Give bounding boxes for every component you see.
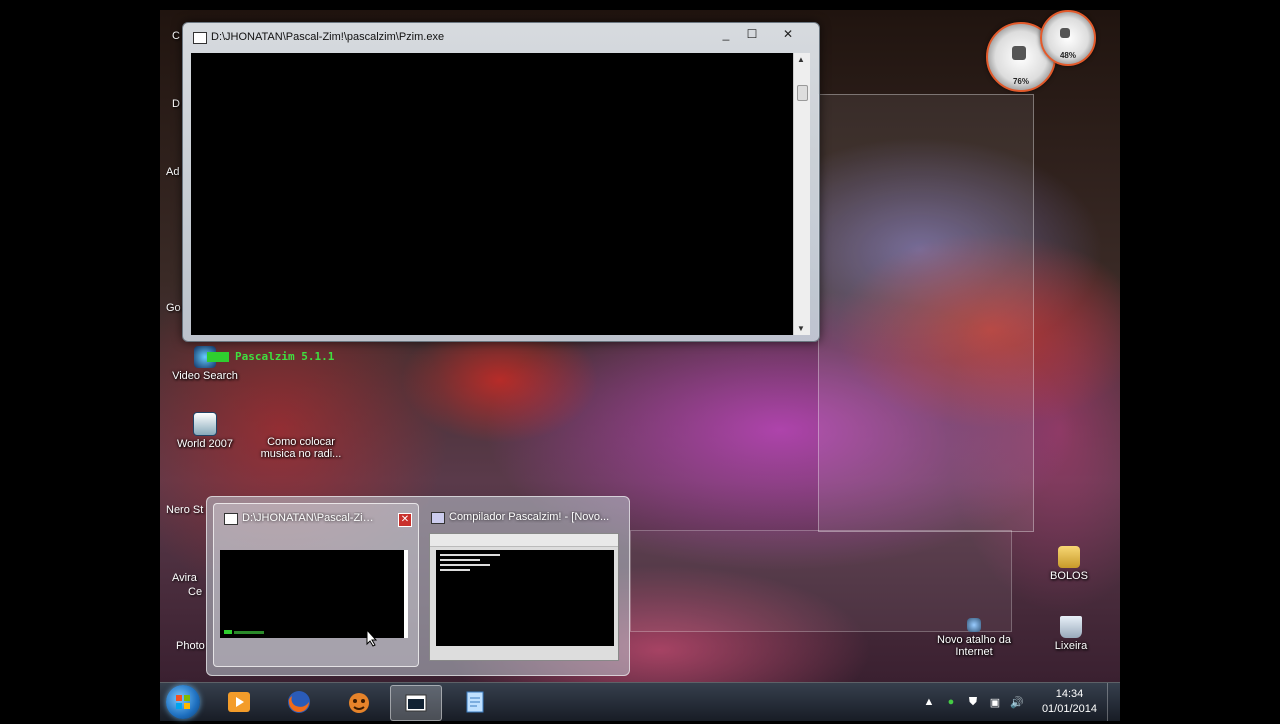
system-tray: ▲ ● ⛊ ▣ 🔊 14:34 01/01/2014 bbox=[918, 683, 1120, 721]
clock-time: 14:34 bbox=[1055, 688, 1084, 700]
clock-date: 01/01/2014 bbox=[1041, 703, 1097, 715]
taskbar-thumbnail-preview: D:\JHONATAN\Pascal-Zim!... ✕ Compilador … bbox=[206, 496, 630, 676]
desktop-icon-bolos[interactable]: BOLOS bbox=[1024, 546, 1114, 582]
vertical-scrollbar[interactable]: ▲ ▼ bbox=[793, 53, 810, 335]
desktop-icon-label: Novo atalho da Internet bbox=[937, 634, 1011, 658]
taskbar-pascalzim[interactable] bbox=[334, 685, 384, 719]
thumbnail-title: D:\JHONATAN\Pascal-Zim!... bbox=[242, 512, 382, 524]
show-hidden-icons-icon[interactable]: ▲ bbox=[921, 694, 937, 710]
cpu-percent: 76% bbox=[1012, 77, 1029, 86]
firefox-icon bbox=[288, 691, 310, 713]
console-app-icon bbox=[405, 694, 427, 712]
desktop-icon-internet-shortcut[interactable]: Novo atalho da Internet bbox=[928, 618, 1020, 658]
scrollbar-thumb[interactable] bbox=[797, 85, 808, 101]
console-output-area[interactable]: Pascalzim 5.1.1 bbox=[191, 53, 793, 363]
cursor-block bbox=[207, 351, 229, 362]
notepad-icon bbox=[466, 691, 484, 713]
mouse-cursor-icon bbox=[366, 629, 378, 647]
memory-icon bbox=[1060, 28, 1070, 38]
partial-icon-label: Nero St bbox=[166, 504, 204, 516]
compiler-window-icon bbox=[431, 512, 445, 524]
thumbnail-compiler-preview bbox=[429, 533, 619, 661]
partial-icon-label: Go bbox=[166, 302, 181, 314]
status-text: Pascalzim 5.1.1 bbox=[235, 350, 335, 363]
pascalzim-icon bbox=[349, 693, 369, 713]
scroll-up-arrow-icon[interactable]: ▲ bbox=[797, 55, 805, 64]
cpu-icon bbox=[1012, 46, 1026, 60]
network-icon[interactable]: ▣ bbox=[987, 694, 1003, 710]
desktop-icon-label: Lixeira bbox=[1054, 640, 1088, 652]
thumbnail-title: Compilador Pascalzim! - [Novo... bbox=[449, 511, 610, 523]
taskbar-firefox[interactable] bbox=[274, 685, 324, 719]
status-line: Pascalzim 5.1.1 bbox=[207, 350, 334, 363]
thumbnail-console-preview bbox=[220, 550, 404, 638]
partial-icon-label: D bbox=[172, 98, 180, 110]
aero-peek-outline bbox=[818, 94, 1034, 532]
partial-icon-label: C bbox=[172, 30, 180, 42]
windows-logo-icon bbox=[176, 695, 190, 709]
partial-icon-label: Ce bbox=[188, 586, 203, 598]
desktop-icon-recycle-bin[interactable]: Lixeira bbox=[1026, 616, 1116, 652]
close-button[interactable]: ✕ bbox=[775, 25, 801, 43]
thumbnail-compiler[interactable]: Compilador Pascalzim! - [Novo... bbox=[421, 503, 621, 665]
maximize-button[interactable]: ☐ bbox=[739, 25, 765, 43]
scroll-down-arrow-icon[interactable]: ▼ bbox=[797, 324, 805, 333]
memory-percent: 48% bbox=[1059, 51, 1076, 60]
taskbar-console-app[interactable] bbox=[390, 685, 442, 721]
taskbar-media-player[interactable] bbox=[214, 685, 264, 719]
console-window-icon bbox=[193, 32, 207, 44]
console-window-icon bbox=[224, 513, 238, 525]
volume-icon[interactable]: 🔊 bbox=[1009, 694, 1025, 710]
internet-shortcut-icon bbox=[967, 618, 981, 632]
recycle-bin-icon bbox=[1060, 616, 1082, 638]
partial-icon-label: Avira bbox=[172, 572, 197, 584]
security-shield-icon[interactable]: ⛊ bbox=[965, 694, 981, 710]
aero-peek-outline-lower bbox=[630, 530, 1012, 632]
thumbnail-close-button[interactable]: ✕ bbox=[398, 513, 412, 527]
minimize-button[interactable]: _ bbox=[713, 25, 739, 43]
utorrent-tray-icon[interactable]: ● bbox=[943, 694, 959, 710]
memory-gauge-gadget[interactable]: 48% bbox=[1040, 10, 1096, 66]
clock[interactable]: 14:34 01/01/2014 bbox=[1042, 687, 1097, 717]
start-button[interactable] bbox=[166, 685, 200, 719]
desktop-icon-video[interactable]: Como colocar musica no radi... bbox=[256, 436, 346, 460]
console-window[interactable]: D:\JHONATAN\Pascal-Zim!\pascalzim\Pzim.e… bbox=[182, 22, 820, 363]
desktop-icon-label: BOLOS bbox=[1050, 570, 1088, 582]
taskbar-notepad[interactable] bbox=[450, 685, 500, 719]
partial-icon-label: Ad bbox=[166, 166, 180, 178]
thumbnail-console[interactable]: D:\JHONATAN\Pascal-Zim!... ✕ bbox=[213, 503, 419, 667]
show-desktop-button[interactable] bbox=[1107, 683, 1120, 721]
taskbar: ▲ ● ⛊ ▣ 🔊 14:34 01/01/2014 bbox=[160, 682, 1120, 721]
folder-icon bbox=[1058, 546, 1080, 568]
desktop-icon-world-2007[interactable]: World 2007 bbox=[160, 412, 250, 450]
partial-icon-label: Photo bbox=[176, 640, 205, 652]
console-window-title: D:\JHONATAN\Pascal-Zim!\pascalzim\Pzim.e… bbox=[211, 31, 445, 43]
desktop-icon-label: Como colocar musica no radi... bbox=[260, 436, 342, 460]
desktop-icon-label: Video Search bbox=[172, 370, 238, 382]
desktop-icon-label: World 2007 bbox=[176, 438, 234, 450]
document-icon bbox=[193, 412, 217, 436]
media-player-icon bbox=[228, 692, 250, 712]
